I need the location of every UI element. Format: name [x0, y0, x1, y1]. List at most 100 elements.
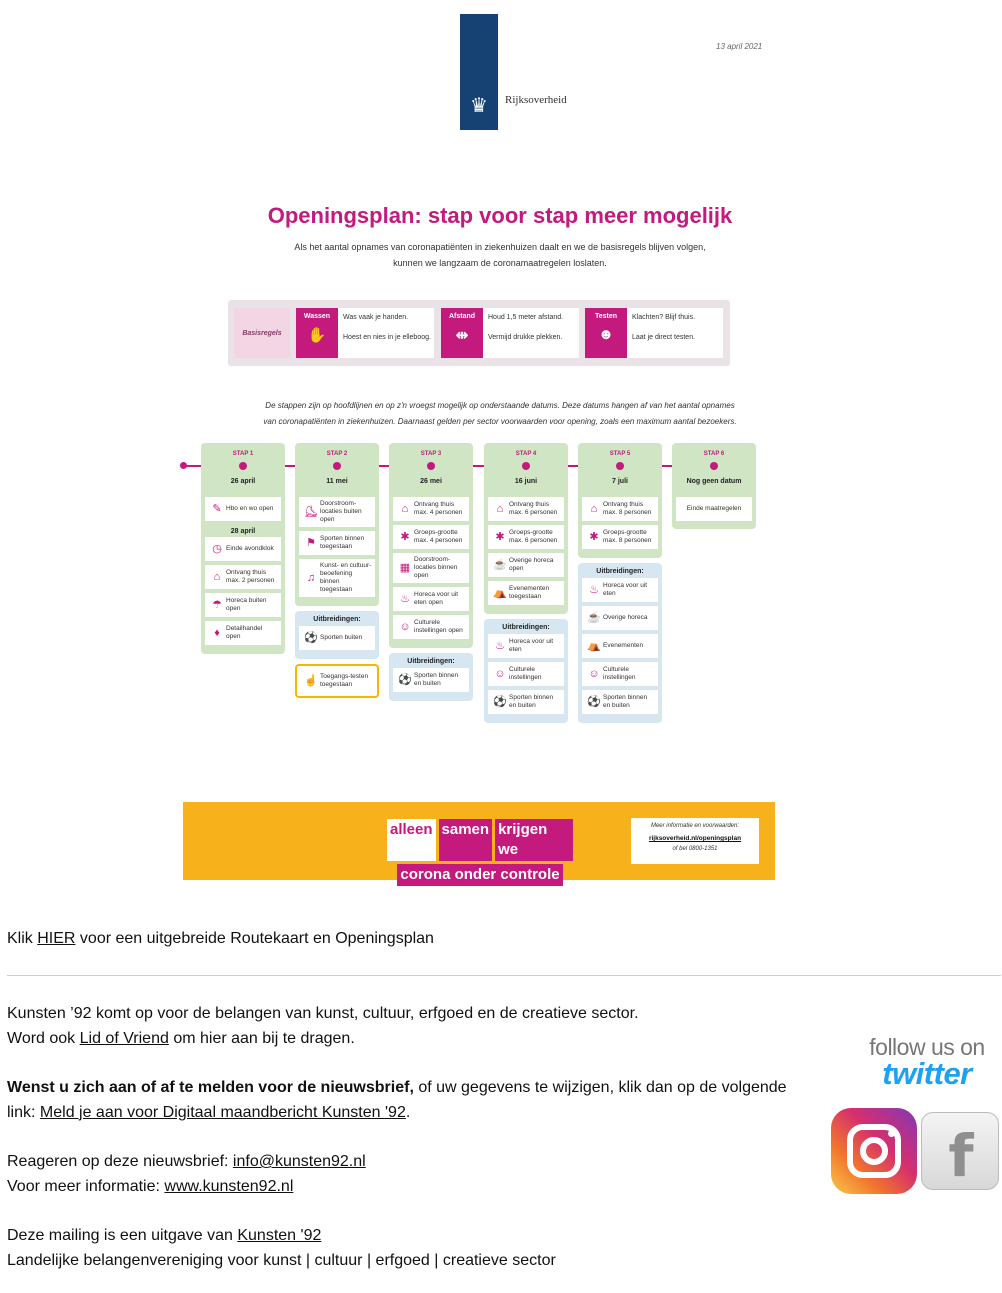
document-date: 13 april 2021 [716, 42, 763, 51]
info-box: Meer informatie en voorwaarden: rijksove… [631, 818, 759, 864]
rule-line: Houd 1,5 meter afstand. [488, 314, 564, 321]
instagram-lens [860, 1137, 888, 1165]
kunsten92-link[interactable]: Kunsten '92 [237, 1227, 321, 1244]
measure-icon: ♫ [306, 572, 316, 584]
hier-link[interactable]: HIER [37, 930, 75, 947]
measure-icon: ☺ [399, 621, 411, 633]
measure-item: ⚽ Sporten binnen en buiten [582, 690, 658, 714]
measure-item: Einde maatregelen [676, 497, 752, 521]
contact-line: Reageren op deze nieuwsbrief: info@kunst… [7, 1150, 366, 1175]
measure-text: Overige horeca [603, 614, 648, 621]
step-dot [333, 462, 341, 470]
measure-item: ✎ Hbo en wo open [205, 497, 281, 521]
rule-testen: Testen ☻ Klachten? Blijf thuis. Laat je d… [585, 308, 723, 358]
step-date: 26 april [230, 478, 256, 485]
step-body: Einde maatregelen [672, 495, 756, 529]
facebook-icon[interactable]: f [921, 1112, 999, 1190]
email-link[interactable]: info@kunsten92.nl [233, 1153, 366, 1170]
measure-item: ☂ Horeca buiten open [205, 593, 281, 617]
measure-item: ⌂ Ontvang thuis max. 2 personen [205, 565, 281, 589]
measure-icon: ☂ [212, 599, 222, 611]
step-header: STAP 3 26 mei [389, 443, 473, 495]
measure-text: Groeps-grootte max. 6 personen [509, 529, 558, 544]
contact-text: Reageren op deze nieuwsbrief: [7, 1153, 233, 1170]
measure-item: ✱ Groeps-grootte max. 8 personen [582, 525, 658, 549]
intro-text: om hier aan bij te dragen. [168, 1029, 355, 1047]
step-header: STAP 6 Nog geen datum [672, 443, 756, 495]
rule-line: Hoest en nies in je elleboog. [343, 334, 431, 341]
step-body: ⌂ Ontvang thuis max. 6 personen ✱ Groeps-gr… [484, 495, 568, 614]
intro-line: Word ook Lid of Vriend om hier aan bij t… [7, 1027, 639, 1052]
step-body: ✎ Hbo en wo open 28 april ◷ Einde avondklok ⌂… [201, 495, 285, 654]
slogan-line: alleen samen krijgen we [387, 819, 573, 861]
measure-text: Einde avondklok [226, 545, 274, 552]
info-url: rijksoverheid.nl/openingsplan [648, 835, 742, 842]
measure-icon: ✱ [400, 531, 410, 543]
measure-icon: ⛺ [493, 587, 507, 599]
measure-text: Culturele instellingen [603, 666, 636, 681]
instagram-dot [888, 1130, 895, 1137]
klik-text: voor een uitgebreide Routekaart en Openi… [75, 930, 434, 947]
measure-text: Ontvang thuis max. 4 personen [414, 501, 463, 516]
measure-icon: ⛸ [304, 506, 318, 518]
measure-icon: ☺ [494, 668, 506, 680]
measure-text: Evenementen [603, 642, 644, 649]
measure-item: ⚑ Sporten binnen toegestaan [299, 531, 375, 555]
publisher-text: Deze mailing is een uitgave van [7, 1227, 238, 1244]
crest-icon: ♛ [470, 93, 488, 117]
slogan-word: krijgen we [495, 819, 573, 861]
website-link[interactable]: www.kunsten92.nl [164, 1178, 293, 1195]
rule-badge: Wassen ✋ [296, 308, 338, 358]
measure-icon: ⚑ [306, 537, 316, 549]
measure-text: Detailhandel open [226, 625, 263, 640]
measure-text: Hbo en wo open [226, 505, 274, 512]
step-header: STAP 4 16 juni [484, 443, 568, 495]
twitter-follow-button[interactable]: follow us on twitter [858, 1034, 996, 1089]
step-column: STAP 2 11 mei ⛸ Doorstroom-locaties buiten … [295, 443, 379, 698]
step-dot [710, 462, 718, 470]
measure-icon: ✱ [495, 531, 505, 543]
measure-text: Sporten binnen en buiten [603, 694, 648, 709]
measure-text: Horeca buiten open [226, 597, 267, 612]
measure-item: ♨ Horeca voor uit eten open [393, 587, 469, 611]
subscribe-link[interactable]: Meld je aan voor Digitaal maandbericht K… [40, 1104, 406, 1121]
measure-item: ♨ Horeca voor uit eten [582, 578, 658, 602]
slogan-banner: alleen samen krijgen we corona onder con… [183, 802, 775, 886]
extensions-box: Uitbreidingen: ♨ Horeca voor uit eten ☺ Cult… [484, 619, 568, 723]
lid-of-vriend-link[interactable]: Lid of Vriend [80, 1030, 169, 1047]
measure-item: ⛸ Doorstroom-locaties buiten open [299, 497, 375, 527]
measure-item: ▦ Doorstroom-locaties binnen open [393, 553, 469, 583]
measure-text: Evenementen toegestaan [509, 585, 550, 600]
step-label: STAP 5 [609, 451, 631, 457]
intro-line: Kunsten ’92 komt op voor de belangen van… [7, 1005, 639, 1022]
measure-text: Groeps-grootte max. 8 personen [603, 529, 652, 544]
timeline-start-dot [180, 462, 187, 469]
measure-icon: ♦ [214, 627, 220, 639]
step-label: STAP 6 [703, 451, 725, 457]
rule-afstand: Afstand ⇹ Houd 1,5 meter afstand. Vermijd… [441, 308, 579, 358]
step-header: STAP 5 7 juli [578, 443, 662, 495]
extensions-box: Uitbreidingen: ♨ Horeca voor uit eten ☕ Over… [578, 563, 662, 723]
measure-item: ♨ Horeca voor uit eten [488, 634, 564, 658]
step-dot [427, 462, 435, 470]
slogan: alleen samen krijgen we corona onder con… [387, 819, 573, 889]
divider [7, 975, 1001, 976]
measure-icon: ♨ [589, 584, 599, 596]
steps-intro: De stappen zijn op hoofdlijnen en op z'n… [230, 398, 770, 430]
step-label: STAP 2 [326, 451, 348, 457]
basisregels-label: Basisregels [234, 308, 290, 358]
measure-text: Ontvang thuis max. 6 personen [509, 501, 558, 516]
slogan-line: corona onder controle [387, 864, 573, 886]
hands-icon: ✋ [307, 327, 327, 344]
publisher-line: Deze mailing is een uitgave van Kunsten … [7, 1224, 556, 1249]
measure-icon: ⚽ [398, 674, 412, 686]
rule-badge-label: Afstand [448, 313, 476, 320]
instagram-icon[interactable] [831, 1108, 917, 1194]
poster-subtitle: Als het aantal opnames van coronapatiënt… [230, 239, 770, 271]
measure-item: ☝ Toegangs-testen toegestaan [299, 669, 375, 693]
subscribe-text: . [405, 1103, 411, 1121]
rule-line: Was vaak je handen. [343, 314, 409, 321]
measure-text: Kunst- en cultuur-beoefening binnen toeg… [320, 562, 372, 593]
measure-icon: ⌂ [401, 503, 409, 515]
slogan-word: alleen [387, 819, 436, 861]
